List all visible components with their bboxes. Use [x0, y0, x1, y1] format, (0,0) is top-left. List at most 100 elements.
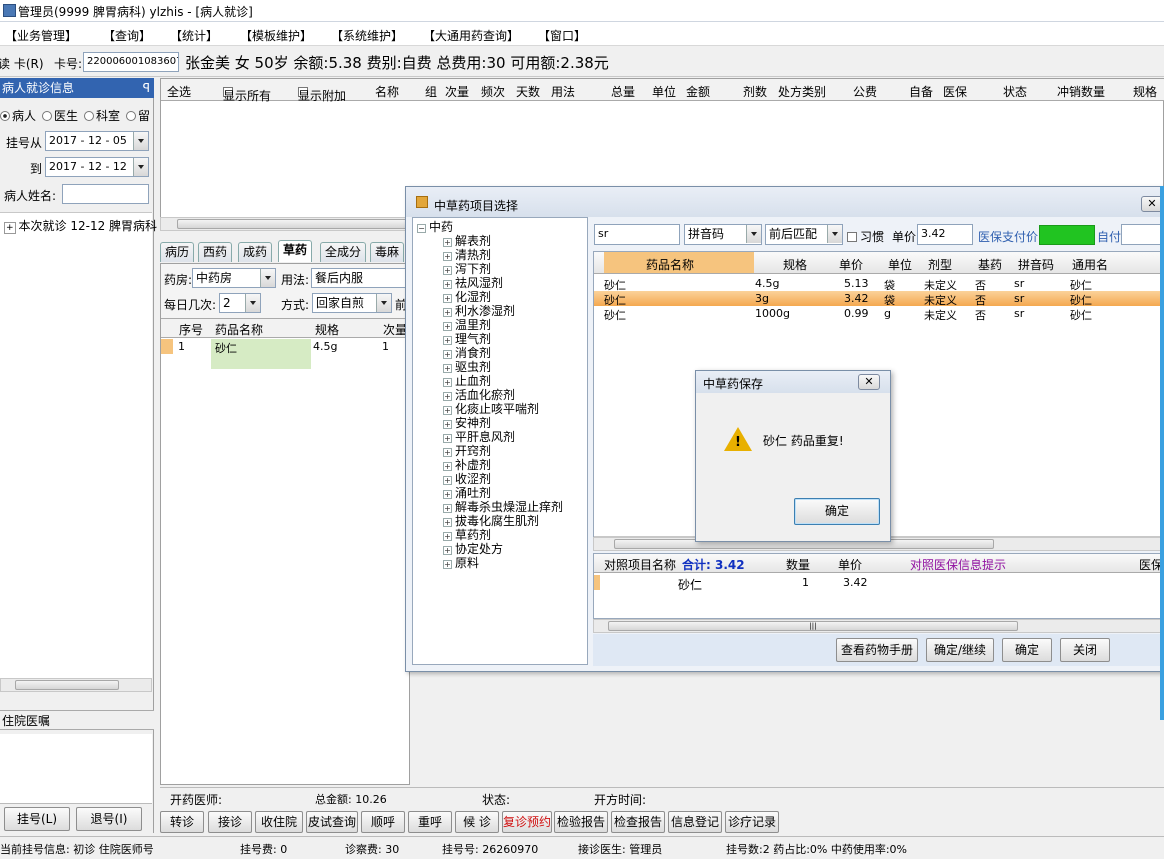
expand-icon[interactable]: +: [443, 546, 452, 555]
chevron-down-icon[interactable]: [746, 225, 761, 243]
read-card-button[interactable]: 读 卡(R): [0, 55, 44, 72]
expand-icon[interactable]: +: [443, 532, 452, 541]
expand-icon[interactable]: +: [443, 336, 452, 345]
unregister-button[interactable]: 退号(I): [76, 807, 142, 831]
expand-icon[interactable]: +: [443, 448, 452, 457]
method-select[interactable]: 回家自煎: [312, 293, 392, 313]
referral-button[interactable]: 转诊: [160, 811, 204, 833]
herb-search-input[interactable]: sr: [594, 224, 680, 245]
tree-item[interactable]: + 理气剂: [443, 332, 491, 346]
expand-icon[interactable]: +: [443, 378, 452, 387]
expand-icon[interactable]: +: [443, 294, 452, 303]
col-spec[interactable]: 规格: [783, 256, 807, 273]
treatment-record-button[interactable]: 诊疗记录: [725, 811, 779, 833]
visit-tree-item[interactable]: + 本次就诊 12-12 脾胃病科: [4, 217, 157, 234]
col-form[interactable]: 剂型: [928, 256, 952, 273]
expand-icon[interactable]: +: [443, 322, 452, 331]
tree-item[interactable]: + 草药剂: [443, 528, 491, 542]
tree-item[interactable]: + 驱虫剂: [443, 360, 491, 374]
chevron-down-icon[interactable]: [827, 225, 842, 243]
reg-to-date[interactable]: 2017 - 12 - 12: [45, 157, 149, 177]
result-row[interactable]: 砂仁 1000g 0.99 g 未定义 否 sr 砂仁: [594, 306, 1164, 322]
admit-button[interactable]: 收住院: [255, 811, 303, 833]
menu-window[interactable]: 【窗口】: [538, 27, 586, 44]
scroll-thumb[interactable]: [177, 219, 407, 229]
radio-patient[interactable]: 病人: [0, 107, 36, 124]
tab-record[interactable]: 病历: [160, 242, 195, 262]
tree-item[interactable]: + 拔毒化腐生肌剂: [443, 514, 539, 528]
scroll-thumb[interactable]: [15, 680, 119, 690]
col-generic[interactable]: 通用名: [1072, 256, 1108, 273]
expand-icon[interactable]: +: [443, 420, 452, 429]
map-row-qty[interactable]: 1: [802, 576, 809, 589]
tree-root[interactable]: − 中药: [417, 220, 453, 234]
drug-manual-button[interactable]: 查看药物手册: [836, 638, 918, 662]
col-select-all[interactable]: 全选: [167, 83, 191, 100]
tree-item[interactable]: + 活血化瘀剂: [443, 388, 515, 402]
tree-item[interactable]: + 温里剂: [443, 318, 491, 332]
expand-icon[interactable]: +: [443, 252, 452, 261]
self-pay-input[interactable]: [1121, 224, 1164, 245]
accept-button[interactable]: 接诊: [208, 811, 252, 833]
mapping-hscroll[interactable]: |||: [593, 619, 1164, 633]
tab-ingredients[interactable]: 全成分: [320, 242, 367, 262]
tree-item[interactable]: + 利水渗湿剂: [443, 304, 515, 318]
expand-icon[interactable]: +: [443, 490, 452, 499]
col-unit[interactable]: 单位: [888, 256, 912, 273]
radio-stay[interactable]: 留: [126, 107, 150, 124]
close-icon[interactable]: ✕: [858, 374, 880, 390]
collapse-icon[interactable]: −: [417, 224, 426, 233]
checkbox-icon[interactable]: [847, 232, 857, 242]
expand-icon[interactable]: +: [443, 504, 452, 513]
herb-row-qty[interactable]: 1: [382, 340, 389, 353]
lab-report-button[interactable]: 检验报告: [554, 811, 608, 833]
expand-icon[interactable]: +: [443, 392, 452, 401]
tree-item[interactable]: + 泻下剂: [443, 262, 491, 276]
tree-item[interactable]: + 协定处方: [443, 542, 503, 556]
usage-input[interactable]: 餐后内服: [311, 268, 411, 288]
tree-item[interactable]: + 平肝息风剂: [443, 430, 515, 444]
chevron-down-icon[interactable]: [376, 294, 391, 312]
tab-patent[interactable]: 成药: [238, 242, 273, 262]
ok-button[interactable]: 确定: [794, 498, 880, 525]
tree-item[interactable]: + 涌吐剂: [443, 486, 491, 500]
expand-icon[interactable]: +: [443, 476, 452, 485]
main-hscroll[interactable]: [160, 217, 410, 231]
tree-item[interactable]: + 清热剂: [443, 248, 491, 262]
match-type-select[interactable]: 前后匹配: [765, 224, 843, 245]
result-row-selected[interactable]: 砂仁 3g 3.42 袋 未定义 否 sr 砂仁: [594, 291, 1164, 307]
expand-icon[interactable]: +: [443, 434, 452, 443]
expand-icon[interactable]: +: [443, 266, 452, 275]
mapping-row[interactable]: 砂仁 1 3.42: [594, 575, 1164, 592]
tree-item[interactable]: + 止血剂: [443, 374, 491, 388]
follow-up-button[interactable]: 复诊预约: [502, 811, 552, 833]
expand-icon[interactable]: +: [4, 222, 16, 234]
pharmacy-select[interactable]: 中药房: [192, 268, 276, 288]
menu-system[interactable]: 【系统维护】: [331, 27, 403, 44]
tree-item[interactable]: + 消食剂: [443, 346, 491, 360]
confirm-continue-button[interactable]: 确定/继续: [926, 638, 994, 662]
herb-row[interactable]: 1 砂仁 4.5g 1: [161, 339, 409, 369]
col-price[interactable]: 单价: [839, 256, 863, 273]
chevron-down-icon[interactable]: [133, 158, 148, 176]
menu-query[interactable]: 【查询】: [103, 27, 151, 44]
confirm-button[interactable]: 确定: [1002, 638, 1052, 662]
tree-item[interactable]: + 化痰止咳平喘剂: [443, 402, 539, 416]
skin-test-button[interactable]: 皮试查询: [306, 811, 358, 833]
tree-item[interactable]: + 开窍剂: [443, 444, 491, 458]
tab-herbal[interactable]: 草药: [278, 240, 313, 262]
tree-item[interactable]: + 原料: [443, 556, 479, 570]
menu-business[interactable]: 【业务管理】: [5, 27, 77, 44]
tree-item[interactable]: + 解表剂: [443, 234, 491, 248]
scroll-thumb[interactable]: |||: [608, 621, 1018, 631]
expand-icon[interactable]: +: [443, 238, 452, 247]
expand-icon[interactable]: +: [443, 406, 452, 415]
col-base[interactable]: 基药: [978, 256, 1002, 273]
chevron-down-icon[interactable]: [260, 269, 275, 287]
close-button[interactable]: 关闭: [1060, 638, 1110, 662]
recall-button[interactable]: 重呼: [408, 811, 452, 833]
tree-item[interactable]: + 安神剂: [443, 416, 491, 430]
left-hscroll[interactable]: [0, 678, 152, 692]
menu-stats[interactable]: 【统计】: [170, 27, 218, 44]
patient-name-input[interactable]: [62, 184, 149, 204]
